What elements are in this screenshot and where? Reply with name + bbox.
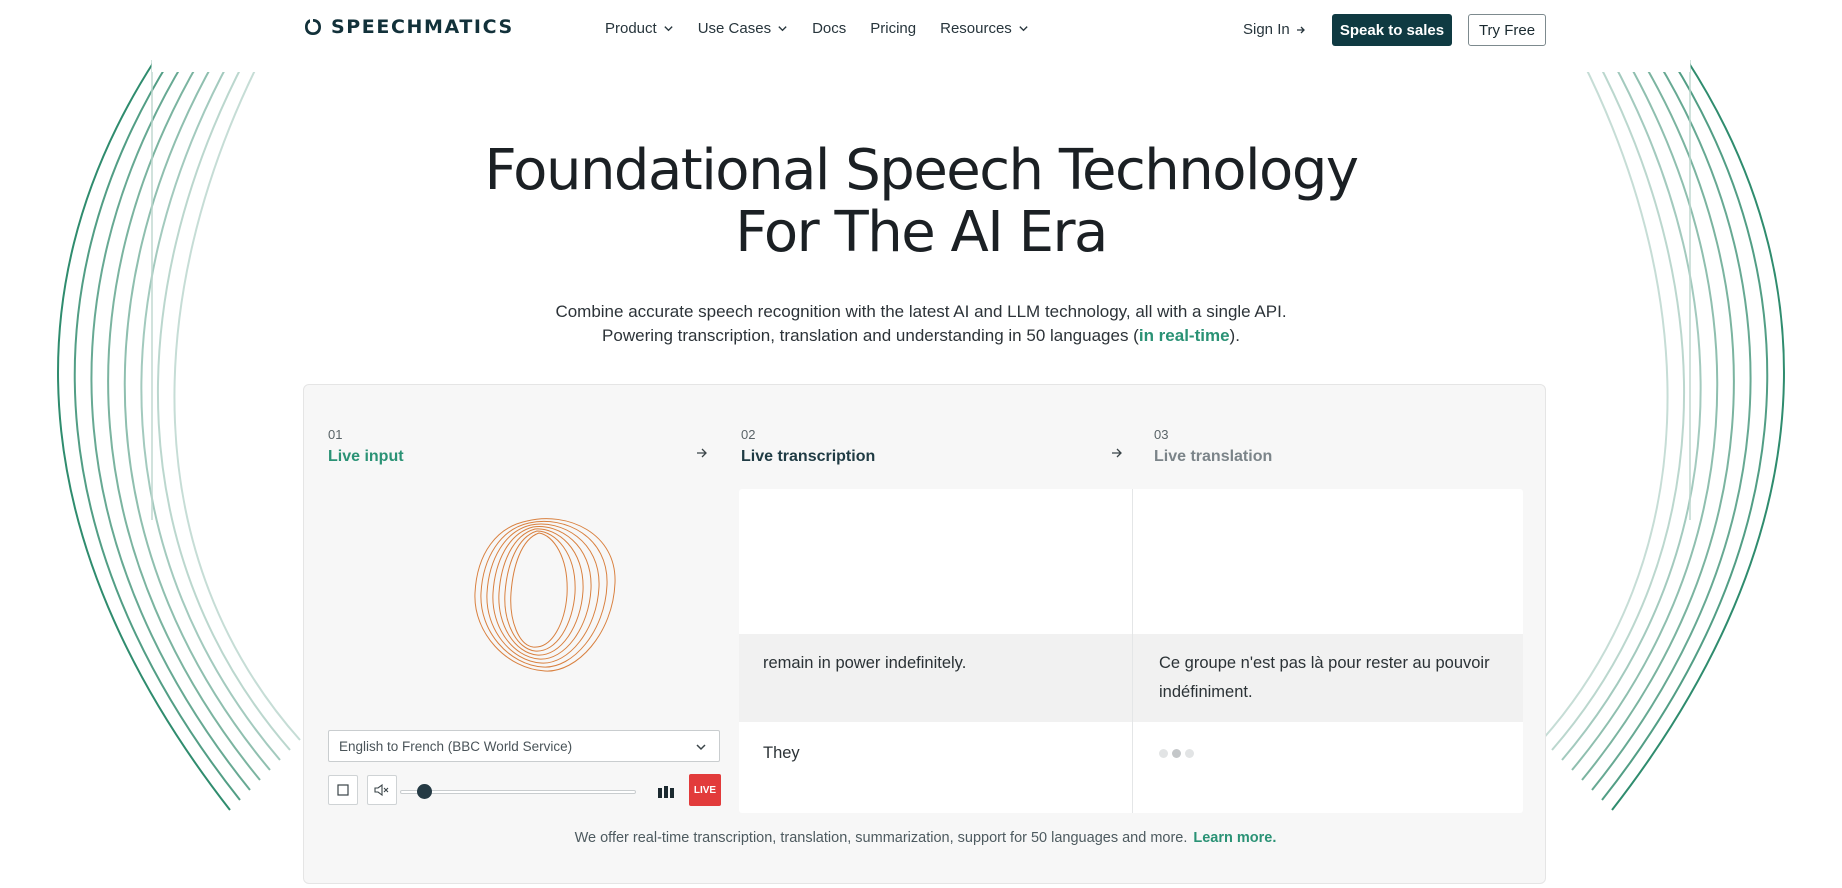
nav-resources-label: Resources: [940, 20, 1012, 37]
nav-product-label: Product: [605, 20, 657, 37]
hero-title-line2: For The AI Era: [735, 200, 1108, 265]
arrow-right-icon: [1296, 26, 1305, 33]
live-badge[interactable]: LIVE: [689, 774, 721, 806]
typing-dot: [1159, 749, 1168, 758]
typing-indicator: [1159, 749, 1194, 758]
output-panes: remain in power indefinitely. They Ce gr…: [739, 489, 1523, 813]
typing-dot: [1172, 749, 1181, 758]
nav-use-cases[interactable]: Use Cases: [698, 20, 788, 37]
hero-title: Foundational Speech Technology For The A…: [400, 140, 1442, 264]
demo-footer-text: We offer real-time transcription, transl…: [574, 830, 1188, 846]
nav-links: Product Use Cases Docs Pricing Resources: [605, 20, 1053, 37]
sign-in-label: Sign In: [1243, 21, 1290, 38]
hero-subtitle-line2-post: ).: [1229, 326, 1240, 345]
real-time-link[interactable]: in real-time: [1139, 326, 1230, 345]
top-nav: SPEECHMATICS Product Use Cases Docs Pric…: [0, 0, 1842, 62]
audio-waveform-orb: [474, 518, 616, 672]
step-title: Live translation: [1154, 448, 1273, 465]
mute-button[interactable]: [367, 775, 397, 805]
page: SPEECHMATICS Product Use Cases Docs Pric…: [0, 0, 1842, 888]
source-language-select[interactable]: English to French (BBC World Service): [328, 730, 720, 762]
hero-subtitle-line1: Combine accurate speech recognition with…: [555, 302, 1287, 321]
chevron-down-icon: [696, 744, 706, 751]
nav-pricing[interactable]: Pricing: [870, 20, 916, 37]
hero-title-line1: Foundational Speech Technology: [484, 138, 1359, 203]
speak-to-sales-button[interactable]: Speak to sales: [1332, 14, 1452, 46]
transcription-previous: remain in power indefinitely.: [763, 654, 967, 672]
demo-footer: We offer real-time transcription, transl…: [304, 830, 1547, 846]
arrow-right-icon: [1112, 448, 1122, 458]
source-language-value: English to French (BBC World Service): [339, 738, 573, 754]
sign-in-link[interactable]: Sign In: [1243, 21, 1306, 38]
bars-icon[interactable]: [657, 785, 675, 799]
learn-more-link[interactable]: Learn more.: [1193, 830, 1276, 846]
arrow-right-icon: [697, 448, 707, 458]
chevron-down-icon: [1019, 26, 1028, 32]
step-number: 01: [328, 427, 343, 442]
live-demo-card: 01 Live input 02 Live transcription 03 L…: [303, 384, 1546, 884]
hero-subtitle-line2-pre: Powering transcription, translation and …: [602, 326, 1139, 345]
stop-icon: [337, 784, 349, 796]
nav-resources[interactable]: Resources: [940, 20, 1029, 37]
chevron-down-icon: [664, 26, 673, 32]
step-number: 03: [1154, 427, 1169, 442]
brand-logo[interactable]: SPEECHMATICS: [303, 16, 514, 38]
hero: Foundational Speech Technology For The A…: [400, 140, 1442, 348]
stop-button[interactable]: [328, 775, 358, 805]
nav-docs[interactable]: Docs: [812, 20, 846, 37]
nav-pricing-label: Pricing: [870, 20, 917, 37]
step-title: Live transcription: [741, 448, 876, 465]
step-live-input[interactable]: 01 Live input: [328, 427, 404, 466]
hero-subtitle: Combine accurate speech recognition with…: [400, 300, 1442, 348]
playback-slider-knob[interactable]: [417, 784, 432, 799]
nav-docs-label: Docs: [812, 20, 847, 37]
pane-divider: [1132, 489, 1133, 813]
try-free-button[interactable]: Try Free: [1468, 14, 1546, 46]
step-live-transcription[interactable]: 02 Live transcription: [741, 427, 875, 466]
logo-mark-icon: [305, 19, 321, 35]
typing-dot: [1185, 749, 1194, 758]
step-number: 02: [741, 427, 756, 442]
nav-use-cases-label: Use Cases: [697, 20, 772, 37]
translation-previous: Ce groupe n'est pas là pour rester au po…: [1159, 654, 1490, 701]
chevron-down-icon: [778, 26, 787, 32]
step-live-translation[interactable]: 03 Live translation: [1154, 427, 1272, 466]
mute-icon: [374, 783, 389, 797]
transcription-current: They: [763, 744, 800, 762]
step-title: Live input: [328, 448, 404, 465]
brand-name: SPEECHMATICS: [331, 16, 514, 38]
playback-slider-track[interactable]: [400, 790, 636, 794]
nav-product[interactable]: Product: [605, 20, 674, 37]
